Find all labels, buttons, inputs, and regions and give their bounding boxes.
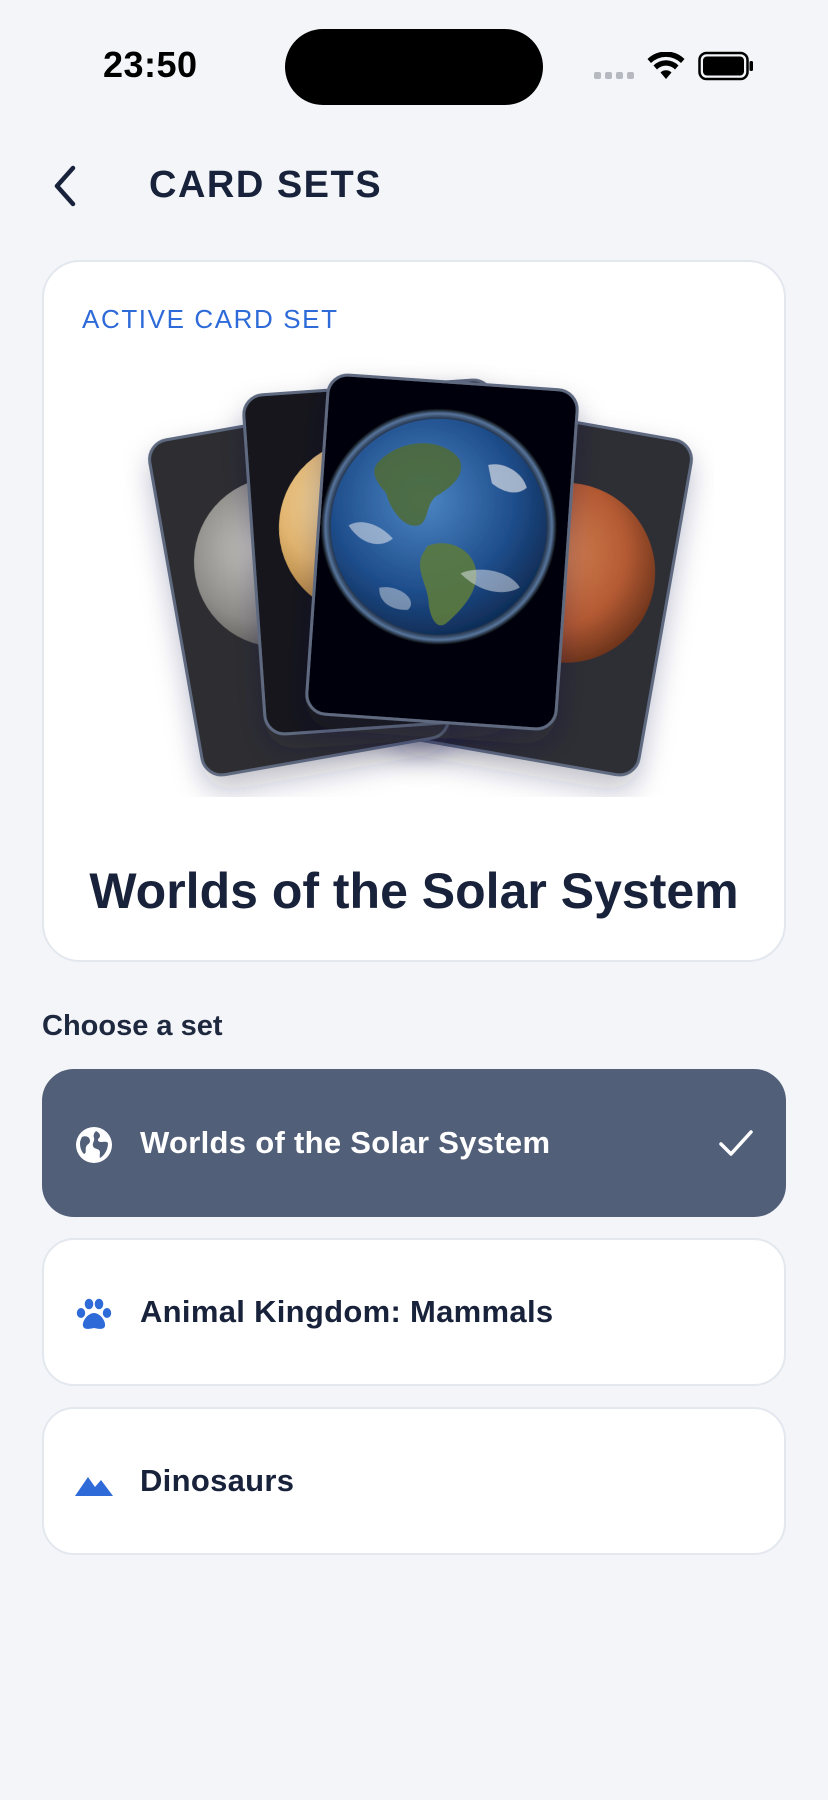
dynamic-island <box>285 29 543 105</box>
chevron-left-icon <box>54 165 76 207</box>
mountain-icon <box>75 1477 113 1496</box>
globe-icon <box>76 1127 112 1163</box>
header: CARD SETS <box>0 150 828 222</box>
set-option-label: Worlds of the Solar System <box>140 1125 551 1160</box>
set-option-mammals[interactable]: Animal Kingdom: Mammals <box>42 1238 786 1386</box>
set-option-label: Animal Kingdom: Mammals <box>140 1294 554 1329</box>
paw-icon <box>76 1298 112 1329</box>
active-card-set-label: ACTIVE CARD SET <box>82 304 339 334</box>
battery-icon <box>698 51 753 81</box>
set-list: Worlds of the Solar System Animal Kingdo… <box>42 1069 786 1576</box>
earth-card <box>305 373 579 731</box>
choose-set-heading: Choose a set <box>42 1010 223 1042</box>
set-option-label: Dinosaurs <box>140 1463 295 1498</box>
checkmark-icon <box>719 1130 753 1156</box>
back-button[interactable] <box>36 156 92 216</box>
status-time: 23:50 <box>103 44 198 85</box>
set-option-solar-system[interactable]: Worlds of the Solar System <box>42 1069 786 1217</box>
status-bar: 23:50 <box>0 0 828 130</box>
active-set-name: Worlds of the Solar System <box>89 863 739 919</box>
wifi-icon <box>647 52 685 79</box>
cellular-signal-icon <box>594 72 634 79</box>
active-card-set-panel: ACTIVE CARD SET Worlds of the Solar Syst… <box>42 260 786 962</box>
card-stack-preview <box>148 373 693 777</box>
page-title: CARD SETS <box>149 164 383 206</box>
set-option-dinosaurs[interactable]: Dinosaurs <box>42 1407 786 1555</box>
